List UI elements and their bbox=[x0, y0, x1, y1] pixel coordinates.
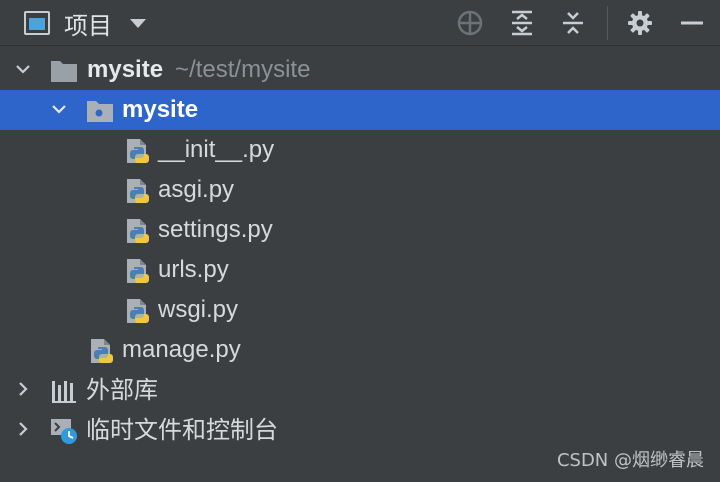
tree-row-file[interactable]: asgi.py bbox=[0, 170, 720, 210]
file-label: __init__.py bbox=[158, 136, 275, 163]
tree-row-root[interactable]: mysite ~/test/mysite bbox=[0, 50, 720, 90]
view-selector[interactable]: 项目 bbox=[24, 7, 146, 40]
python-file-icon bbox=[127, 299, 149, 323]
chevron-right-icon[interactable] bbox=[14, 420, 32, 438]
expand-all-icon bbox=[512, 10, 532, 36]
tree-row-file[interactable]: manage.py bbox=[0, 330, 720, 370]
file-label: urls.py bbox=[158, 256, 229, 283]
tree-row-package[interactable]: mysite bbox=[0, 90, 720, 130]
minimize-icon bbox=[681, 21, 703, 25]
project-toolbar: 项目 bbox=[0, 0, 720, 46]
python-file-icon bbox=[127, 259, 149, 283]
python-file-icon bbox=[127, 219, 149, 243]
collapse-all-icon bbox=[563, 12, 583, 34]
locate-icon bbox=[457, 10, 483, 36]
expand-all-button[interactable] bbox=[507, 8, 537, 38]
root-folder-name: mysite bbox=[87, 56, 164, 83]
tree-row-file[interactable]: settings.py bbox=[0, 210, 720, 250]
chevron-right-icon[interactable] bbox=[14, 380, 32, 398]
chevron-down-icon[interactable] bbox=[50, 100, 68, 118]
file-label: settings.py bbox=[158, 216, 273, 243]
chevron-down-icon[interactable] bbox=[14, 60, 32, 78]
collapse-all-button[interactable] bbox=[558, 8, 588, 38]
scratches-label: 临时文件和控制台 bbox=[86, 416, 278, 444]
scratches-icon bbox=[51, 419, 77, 444]
root-folder-label: mysite ~/test/mysite bbox=[87, 56, 310, 84]
python-file-icon bbox=[91, 339, 113, 363]
tree-row-external-libraries[interactable]: 外部库 bbox=[0, 370, 720, 410]
chevron-down-icon[interactable] bbox=[130, 18, 146, 28]
python-file-icon bbox=[127, 139, 149, 163]
project-view-icon bbox=[24, 11, 50, 35]
tree-row-file[interactable]: urls.py bbox=[0, 250, 720, 290]
minimize-button[interactable] bbox=[677, 8, 707, 38]
settings-button[interactable] bbox=[625, 8, 655, 38]
toolbar-divider bbox=[607, 6, 608, 40]
tree-row-file[interactable]: wsgi.py bbox=[0, 290, 720, 330]
file-label: manage.py bbox=[122, 336, 241, 363]
library-icon bbox=[52, 381, 76, 403]
package-label: mysite bbox=[122, 96, 199, 123]
watermark: CSDN @烟缈睿晨 bbox=[556, 450, 704, 471]
file-label: wsgi.py bbox=[158, 296, 239, 323]
tree-row-file[interactable]: __init__.py bbox=[0, 130, 720, 170]
gear-icon bbox=[628, 11, 652, 35]
package-folder-icon bbox=[87, 101, 113, 122]
python-file-icon bbox=[127, 179, 149, 203]
locate-button[interactable] bbox=[455, 8, 485, 38]
folder-icon bbox=[51, 61, 77, 82]
toolbar-title: 项目 bbox=[64, 11, 112, 40]
root-folder-path: ~/test/mysite bbox=[175, 56, 311, 83]
external-libraries-label: 外部库 bbox=[86, 376, 158, 404]
tree-row-scratches[interactable]: 临时文件和控制台 bbox=[0, 410, 720, 450]
file-label: asgi.py bbox=[158, 176, 235, 203]
